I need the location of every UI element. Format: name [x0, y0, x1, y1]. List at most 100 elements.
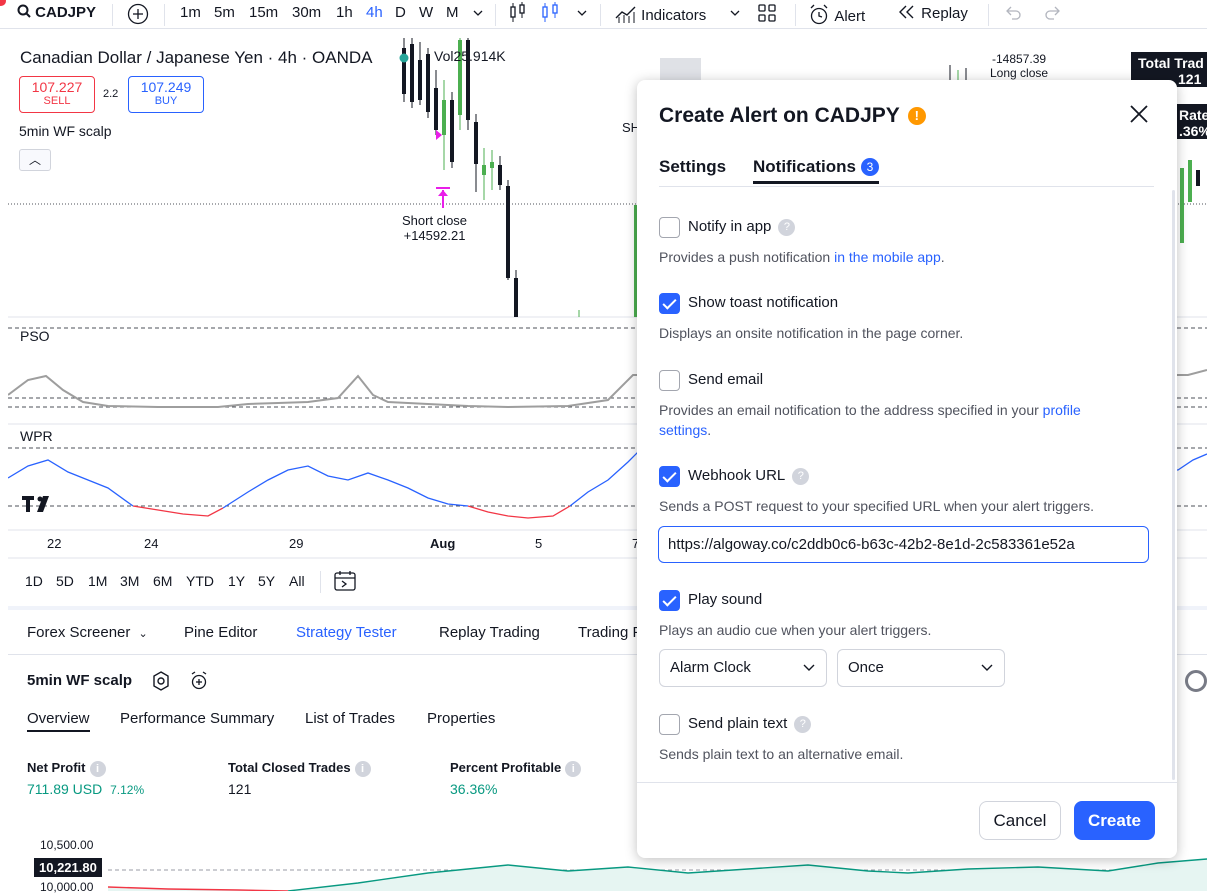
range-5d[interactable]: 5D [56, 573, 74, 589]
interval-m[interactable]: M [446, 4, 459, 21]
close-button[interactable] [1127, 102, 1151, 126]
interval-w[interactable]: W [419, 4, 433, 21]
alarm-clock-icon [810, 4, 828, 25]
top-toolbar: CADJPY 1m 5m 15m 30m 1h 4h D W M Indicat… [0, 0, 1207, 29]
undo-icon [1006, 6, 1021, 20]
sell-button[interactable]: 107.227 SELL [19, 76, 95, 113]
alert-button[interactable]: Alert [809, 4, 865, 26]
layouts-button[interactable] [757, 3, 777, 27]
collapse-legend-button[interactable]: ︿ [19, 149, 51, 171]
help-icon[interactable]: ? [778, 219, 796, 236]
warning-icon[interactable]: ! [907, 107, 926, 125]
redo-icon [1045, 6, 1060, 20]
mobile-app-link[interactable]: in the mobile app [834, 249, 941, 265]
range-3m[interactable]: 3M [120, 573, 139, 589]
chart-title: Canadian Dollar / Japanese Yen · 4h · OA… [20, 48, 373, 67]
dialog-title: Create Alert on CADJPY! [659, 104, 926, 128]
rewind-icon [899, 5, 914, 19]
buy-button[interactable]: 107.249 BUY [128, 76, 204, 113]
strategy-alert-button[interactable] [190, 671, 210, 695]
volume-label: Vol25.914K [434, 48, 506, 64]
tab-replay-trading[interactable]: Replay Trading [439, 624, 540, 641]
replay-button[interactable]: Replay [897, 4, 968, 22]
symbol-search[interactable]: CADJPY [17, 4, 96, 21]
sound-repeat-select[interactable]: Once [837, 649, 1005, 687]
range-1y[interactable]: 1Y [228, 573, 245, 589]
create-button[interactable]: Create [1074, 801, 1155, 840]
range-ytd[interactable]: YTD [186, 573, 214, 589]
info-icon[interactable]: i [354, 760, 371, 777]
interval-15m[interactable]: 15m [249, 4, 278, 21]
cancel-button[interactable]: Cancel [979, 801, 1061, 840]
subtab-properties[interactable]: Properties [427, 710, 495, 727]
notify-in-app-label-text: Notify in app [688, 218, 772, 235]
redo-button[interactable] [1043, 3, 1063, 27]
interval-1m[interactable]: 1m [180, 4, 201, 21]
send-plain-text-checkbox[interactable] [659, 714, 680, 735]
send-email-checkbox[interactable] [659, 370, 680, 391]
interval-1h[interactable]: 1h [336, 4, 353, 21]
equity-axis-top: 10,500.00 [40, 838, 94, 852]
play-sound-checkbox[interactable] [659, 590, 680, 611]
help-icon[interactable]: ? [792, 468, 810, 485]
goto-date-button[interactable] [334, 570, 356, 596]
subtab-performance-summary[interactable]: Performance Summary [120, 710, 274, 727]
strategy-tester-name: 5min WF scalp [27, 672, 133, 689]
subtab-overview[interactable]: Overview [27, 710, 90, 732]
range-all[interactable]: All [289, 573, 305, 589]
info-icon[interactable]: i [89, 760, 106, 777]
help-icon[interactable]: ? [794, 716, 812, 733]
tab-notifications[interactable]: Notifications 3 [753, 157, 879, 184]
strategy-settings-button[interactable] [151, 671, 171, 695]
closed-trades-label-text: Total Closed Trades [228, 760, 351, 775]
webhook-checkbox[interactable] [659, 466, 680, 487]
indicators-icon [615, 6, 636, 23]
webhook-url-input[interactable] [658, 526, 1149, 563]
candles-icon [542, 2, 558, 22]
short-close-annotation: Short close +14592.21 [402, 213, 467, 243]
notify-in-app-checkbox[interactable] [659, 217, 680, 238]
interval-dropdown[interactable] [472, 3, 484, 27]
tab-forex-screener[interactable]: Forex Screener ⌄ [27, 624, 148, 641]
tab-strategy-tester[interactable]: Strategy Tester [296, 624, 397, 641]
alert-label: Alert [834, 8, 866, 25]
wpr-line-oversold [132, 505, 224, 517]
scrollbar[interactable] [1172, 190, 1175, 780]
toolbar-divider [164, 4, 165, 26]
interval-30m[interactable]: 30m [292, 4, 321, 21]
sound-select[interactable]: Alarm Clock [659, 649, 827, 687]
chevron-down-icon [803, 664, 815, 671]
interval-5m[interactable]: 5m [214, 4, 235, 21]
range-1m[interactable]: 1M [88, 573, 107, 589]
range-1d[interactable]: 1D [25, 573, 43, 589]
send-email-desc-text: Provides an email notification to the ad… [659, 402, 1043, 418]
range-6m[interactable]: 6M [153, 573, 172, 589]
range-5y[interactable]: 5Y [258, 573, 275, 589]
notification-dot [0, 0, 6, 6]
indicators-dropdown[interactable] [729, 3, 741, 27]
tab-notifications-label: Notifications [753, 157, 856, 176]
compare-symbol-button[interactable] [127, 3, 149, 29]
subtab-list-of-trades[interactable]: List of Trades [305, 710, 395, 727]
tab-trading-panel[interactable]: Trading P [578, 624, 642, 641]
wpr-pane-label: WPR [20, 428, 53, 444]
candles-button[interactable] [540, 2, 562, 28]
strategy-legend[interactable]: 5min WF scalp [19, 123, 112, 139]
tab-settings[interactable]: Settings [659, 157, 726, 177]
tab-pine-editor[interactable]: Pine Editor [184, 624, 257, 641]
show-toast-checkbox[interactable] [659, 293, 680, 314]
toggle-switch[interactable] [1185, 670, 1207, 692]
indicators-button[interactable]: Indicators [615, 4, 706, 24]
interval-4h[interactable]: 4h [366, 4, 383, 21]
toolbar-divider [600, 4, 601, 26]
sound-repeat-value: Once [848, 659, 884, 676]
undo-button[interactable] [1003, 3, 1023, 27]
interval-d[interactable]: D [395, 4, 406, 21]
webhook-desc: Sends a POST request to your specified U… [659, 498, 1094, 514]
symbol-label: CADJPY [35, 4, 97, 21]
bar-style-button[interactable] [508, 2, 528, 28]
info-icon[interactable]: i [565, 760, 582, 777]
show-toast-desc: Displays an onsite notification in the p… [659, 325, 964, 341]
date-tick: Aug [430, 536, 456, 551]
chart-type-dropdown[interactable] [576, 3, 588, 27]
